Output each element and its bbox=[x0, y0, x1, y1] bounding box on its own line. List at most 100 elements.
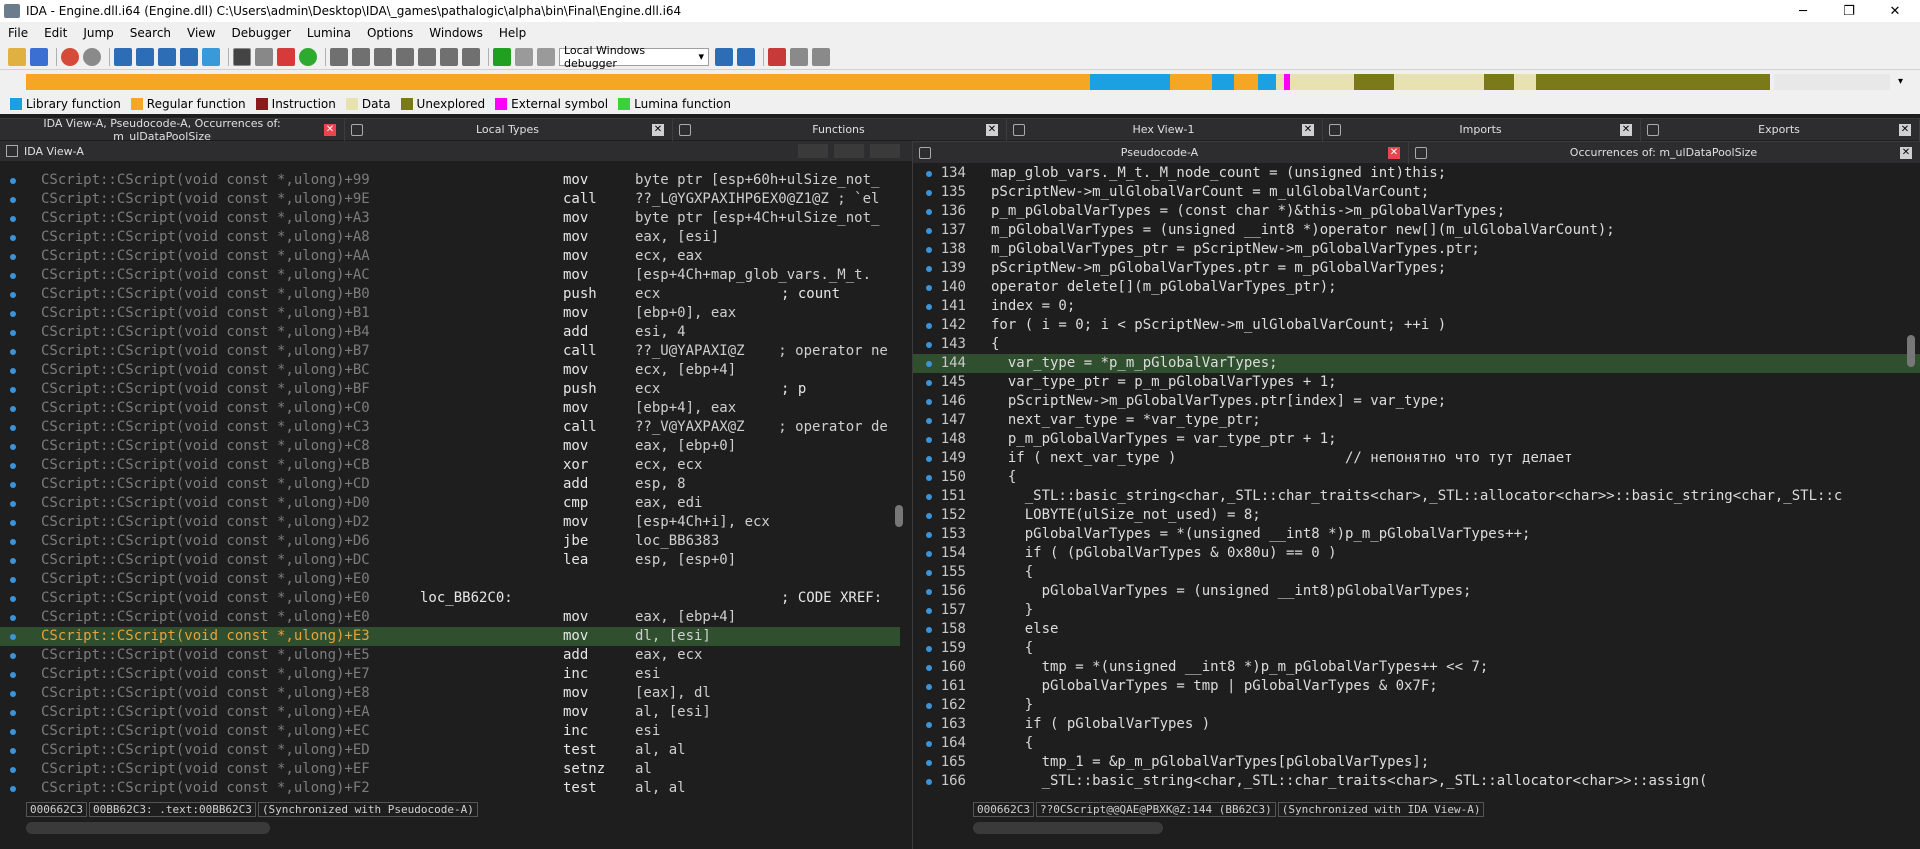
pseudocode-text[interactable]: { bbox=[991, 734, 1033, 753]
breakpoint-dot-icon[interactable] bbox=[926, 646, 932, 652]
breakpoint-dot-icon[interactable] bbox=[926, 722, 932, 728]
close-icon[interactable]: ✕ bbox=[324, 123, 336, 136]
disasm-line[interactable]: CScript::CScript(void const *,ulong)+E0 bbox=[0, 570, 900, 589]
menu-file[interactable]: File bbox=[0, 26, 36, 40]
disasm-line[interactable]: CScript::CScript(void const *,ulong)+B7 c… bbox=[0, 342, 900, 361]
breakpoint-dot-icon[interactable] bbox=[10, 710, 16, 716]
breakpoint-dot-icon[interactable] bbox=[10, 444, 16, 450]
pane-button[interactable] bbox=[798, 144, 828, 158]
pseudocode-line[interactable]: 160 tmp = *(unsigned __int8 *)p_m_pGloba… bbox=[913, 658, 1920, 677]
breakpoint-dot-icon[interactable] bbox=[10, 748, 16, 754]
breakpoint-dot-icon[interactable] bbox=[926, 247, 932, 253]
disasm-line[interactable]: CScript::CScript(void const *,ulong)+A8 m… bbox=[0, 228, 900, 247]
disasm-line[interactable]: CScript::CScript(void const *,ulong)+C8 m… bbox=[0, 437, 900, 456]
stack-icon[interactable] bbox=[440, 47, 458, 66]
menu-jump[interactable]: Jump bbox=[75, 26, 121, 40]
close-icon[interactable]: ✕ bbox=[1899, 123, 1911, 136]
start-debug-icon[interactable] bbox=[493, 47, 511, 66]
menu-options[interactable]: Options bbox=[359, 26, 421, 40]
forward-icon[interactable] bbox=[83, 47, 101, 66]
disasm-operand[interactable]: ecx, eax bbox=[635, 247, 702, 266]
menu-edit[interactable]: Edit bbox=[36, 26, 75, 40]
tab-5[interactable]: Exports ✕ bbox=[1641, 118, 1920, 141]
disasm-line[interactable]: CScript::CScript(void const *,ulong)+E3 m… bbox=[0, 627, 900, 646]
patch-icon[interactable] bbox=[462, 47, 480, 66]
back-icon[interactable] bbox=[61, 47, 79, 66]
disasm-line[interactable]: CScript::CScript(void const *,ulong)+E0 l… bbox=[0, 589, 900, 608]
pseudocode-text[interactable]: { bbox=[991, 639, 1033, 658]
pseudocode-line[interactable]: 148 p_m_pGlobalVarTypes = var_type_ptr +… bbox=[913, 430, 1920, 449]
disasm-operand[interactable]: esp, 8 bbox=[635, 475, 686, 494]
disasm-line[interactable]: CScript::CScript(void const *,ulong)+C3 c… bbox=[0, 418, 900, 437]
align-icon[interactable] bbox=[790, 47, 808, 66]
menu-search[interactable]: Search bbox=[122, 26, 179, 40]
breakpoint-dot-icon[interactable] bbox=[10, 387, 16, 393]
debugger-select[interactable]: Local Windows debugger ▾ bbox=[559, 44, 709, 70]
breakpoint-dot-icon[interactable] bbox=[10, 330, 16, 336]
breakpoint-dot-icon[interactable] bbox=[926, 532, 932, 538]
breakpoint-dot-icon[interactable] bbox=[10, 463, 16, 469]
pseudocode-text[interactable]: p_m_pGlobalVarTypes = var_type_ptr + 1; bbox=[991, 430, 1337, 449]
breakpoint-dot-icon[interactable] bbox=[10, 596, 16, 602]
pseudo-tab-0[interactable]: Pseudocode-A ✕ bbox=[913, 141, 1409, 164]
text-icon[interactable] bbox=[233, 47, 251, 66]
tab-1[interactable]: Local Types ✕ bbox=[345, 118, 673, 141]
disasm-line[interactable]: CScript::CScript(void const *,ulong)+B0 p… bbox=[0, 285, 900, 304]
disasm-operand[interactable]: al, [esi] bbox=[635, 703, 711, 722]
breakpoint-dot-icon[interactable] bbox=[10, 634, 16, 640]
disasm-line[interactable]: CScript::CScript(void const *,ulong)+D0 c… bbox=[0, 494, 900, 513]
breakpoint-dot-icon[interactable] bbox=[10, 292, 16, 298]
disasm-line[interactable]: CScript::CScript(void const *,ulong)+AA m… bbox=[0, 247, 900, 266]
disasm-operand[interactable]: esp, [esp+0] bbox=[635, 551, 736, 570]
pseudocode-line[interactable]: 164 { bbox=[913, 734, 1920, 753]
pseudocode-text[interactable]: tmp_1 = &p_m_pGlobalVarTypes[pGlobalVarT… bbox=[991, 753, 1430, 772]
pseudocode-text[interactable]: for ( i = 0; i < pScriptNew->m_ulGlobalV… bbox=[991, 316, 1446, 335]
breakpoint-dot-icon[interactable] bbox=[926, 665, 932, 671]
pseudocode-line[interactable]: 143 { bbox=[913, 335, 1920, 354]
pseudocode-line[interactable]: 162 } bbox=[913, 696, 1920, 715]
breakpoint-dot-icon[interactable] bbox=[926, 361, 932, 367]
breakpoint-dot-icon[interactable] bbox=[926, 342, 932, 348]
pseudocode-text[interactable]: m_pGlobalVarTypes_ptr = pScriptNew->m_pG… bbox=[991, 240, 1480, 259]
pseudocode-text[interactable]: LOBYTE(ulSize_not_used) = 8; bbox=[991, 506, 1261, 525]
pane-button[interactable] bbox=[870, 144, 900, 158]
breakpoint-dot-icon[interactable] bbox=[926, 190, 932, 196]
disasm-operand[interactable]: eax, edi bbox=[635, 494, 702, 513]
chevron-down-icon[interactable]: ▾ bbox=[1898, 76, 1903, 87]
jump-icon[interactable] bbox=[202, 47, 220, 66]
breakpoint-dot-icon[interactable] bbox=[10, 425, 16, 431]
pseudocode-text[interactable]: if ( pGlobalVarTypes ) bbox=[991, 715, 1210, 734]
close-icon[interactable]: ✕ bbox=[986, 123, 998, 136]
pseudocode-line[interactable]: 135 pScriptNew->m_ulGlobalVarCount = m_ul… bbox=[913, 183, 1920, 202]
pseudocode-text[interactable]: if ( next_var_type ) // непонятно что ту… bbox=[991, 449, 1573, 468]
pseudocode-line[interactable]: 144 var_type = *p_m_pGlobalVarTypes; bbox=[913, 354, 1920, 373]
disasm-operand[interactable]: [esp+4Ch+i], ecx bbox=[635, 513, 770, 532]
disasm-line[interactable]: CScript::CScript(void const *,ulong)+E0 m… bbox=[0, 608, 900, 627]
hex-icon[interactable] bbox=[136, 47, 154, 66]
breakpoint-dot-icon[interactable] bbox=[926, 551, 932, 557]
disasm-operand[interactable]: byte ptr [esp+4Ch+ulSize_not_ bbox=[635, 209, 879, 228]
disasm-operand[interactable]: ??_U@YAPAXI@Z ; operator ne bbox=[635, 342, 888, 361]
pseudocode-line[interactable]: 163 if ( pGlobalVarTypes ) bbox=[913, 715, 1920, 734]
breakpoint-dot-icon[interactable] bbox=[10, 254, 16, 260]
segment-icon[interactable] bbox=[330, 47, 348, 66]
pseudocode-line[interactable]: 140 operator delete[](m_pGlobalVarTypes_p… bbox=[913, 278, 1920, 297]
breakpoint-dot-icon[interactable] bbox=[926, 760, 932, 766]
breakpoint-dot-icon[interactable] bbox=[926, 399, 932, 405]
disasm-operand[interactable]: ecx, ecx bbox=[635, 456, 702, 475]
disasm-operand[interactable]: eax, [esi] bbox=[635, 228, 719, 247]
pseudocode-line[interactable]: 138 m_pGlobalVarTypes_ptr = pScriptNew->m… bbox=[913, 240, 1920, 259]
disasm-operand[interactable]: esi, 4 bbox=[635, 323, 686, 342]
menu-help[interactable]: Help bbox=[491, 26, 534, 40]
disasm-operand[interactable]: ??_L@YGXPAXIHP6EX0@Z1@Z ; `el bbox=[635, 190, 879, 209]
breakpoint-dot-icon[interactable] bbox=[926, 684, 932, 690]
disassembly-listing[interactable]: CScript::CScript(void const *,ulong)+99 m… bbox=[0, 171, 900, 805]
breakpoint-dot-icon[interactable] bbox=[10, 653, 16, 659]
pseudocode-line[interactable]: 152 LOBYTE(ulSize_not_used) = 8; bbox=[913, 506, 1920, 525]
breakpoint-dot-icon[interactable] bbox=[10, 539, 16, 545]
flow-icon[interactable] bbox=[418, 47, 436, 66]
pseudocode-line[interactable]: 150 { bbox=[913, 468, 1920, 487]
breakpoint-dot-icon[interactable] bbox=[10, 672, 16, 678]
disasm-line[interactable]: CScript::CScript(void const *,ulong)+E8 m… bbox=[0, 684, 900, 703]
disasm-operand[interactable]: dl, [esi] bbox=[635, 627, 711, 646]
